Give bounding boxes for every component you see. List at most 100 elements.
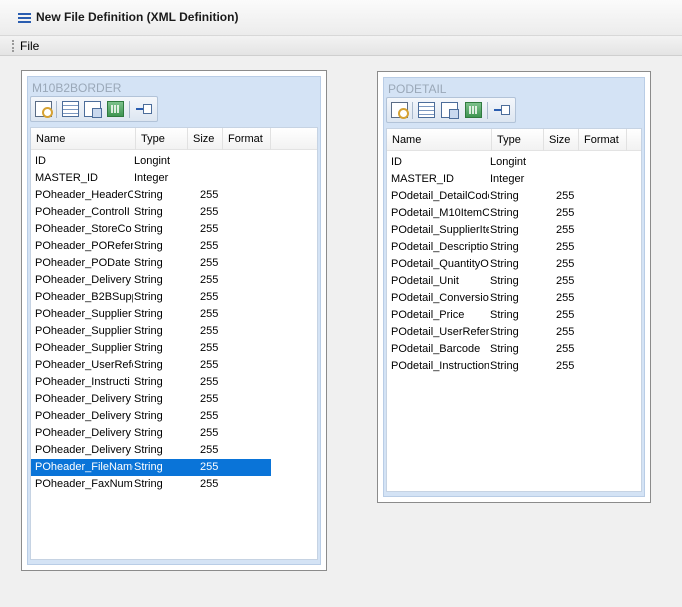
table-row[interactable]: POheader_Supplier String 255: [31, 340, 317, 357]
table-row[interactable]: MASTER_ID Integer: [387, 171, 641, 188]
table-row[interactable]: POheader_Supplier String 255: [31, 306, 317, 323]
field-size-cell: 255: [200, 427, 219, 439]
table-panel-m10b2border[interactable]: M10B2BORDER Name Type Size Format ID Long…: [21, 70, 327, 571]
field-name-cell: POheader_StoreCo: [35, 223, 132, 235]
table-row[interactable]: POheader_B2BSupp String 255: [31, 289, 317, 306]
table-row[interactable]: POheader_FileName String 255: [31, 459, 317, 476]
field-name-cell: POheader_HeaderC: [35, 189, 133, 201]
field-size-cell: 255: [200, 274, 219, 286]
table-row[interactable]: POheader_Delivery String 255: [31, 442, 317, 459]
properties-icon[interactable]: [84, 101, 102, 118]
properties-icon[interactable]: [441, 102, 459, 119]
column-header-format[interactable]: Format: [223, 128, 271, 150]
table-row[interactable]: POdetail_Price String 255: [387, 307, 641, 324]
field-size-cell: 255: [200, 325, 219, 337]
table-row[interactable]: POdetail_Unit String 255: [387, 273, 641, 290]
table-row[interactable]: POheader_FaxNumb String 255: [31, 476, 317, 493]
field-size-cell: 255: [556, 326, 575, 338]
field-type-cell: Longint: [134, 155, 171, 167]
field-grid[interactable]: Name Type Size Format ID Longint MASTER_ID…: [30, 127, 318, 560]
table-row[interactable]: POdetail_Barcode String 255: [387, 341, 641, 358]
field-name-cell: POheader_Supplier: [35, 325, 132, 337]
insert-field-icon[interactable]: [493, 102, 510, 118]
field-size-cell: 255: [200, 410, 219, 422]
field-name-cell: POdetail_Conversion: [391, 292, 489, 304]
calculator-icon[interactable]: [107, 101, 124, 117]
column-header-name[interactable]: Name: [31, 128, 136, 150]
field-type-cell: String: [490, 326, 519, 338]
table-row[interactable]: POheader_Instructi String 255: [31, 374, 317, 391]
table-row[interactable]: POheader_Supplier String 255: [31, 323, 317, 340]
field-name-cell: POdetail_Unit: [391, 275, 459, 287]
insert-field-icon[interactable]: [135, 101, 152, 117]
toolbar-separator: [129, 101, 130, 118]
field-type-cell: String: [490, 190, 519, 202]
field-size-cell: 255: [556, 292, 575, 304]
table-row[interactable]: POheader_ControlI String 255: [31, 204, 317, 221]
toolbar-grip-icon[interactable]: [12, 40, 14, 52]
column-header-type[interactable]: Type: [492, 129, 544, 151]
field-name-cell: POheader_Delivery: [35, 427, 131, 439]
field-name-cell: POdetail_Instruction: [391, 360, 489, 372]
table-row[interactable]: POdetail_Description String 255: [387, 239, 641, 256]
table-row[interactable]: POheader_Delivery String 255: [31, 391, 317, 408]
table-row[interactable]: POheader_StoreCo String 255: [31, 221, 317, 238]
table-row[interactable]: POdetail_QuantityO String 255: [387, 256, 641, 273]
menu-file[interactable]: File: [20, 39, 39, 53]
column-header-name[interactable]: Name: [387, 129, 492, 151]
preview-icon[interactable]: [35, 101, 53, 118]
table-row[interactable]: POheader_PODate String 255: [31, 255, 317, 272]
preview-icon[interactable]: [391, 102, 409, 119]
field-type-cell: String: [134, 240, 163, 252]
field-name-cell: POheader_Delivery: [35, 410, 131, 422]
table-icon[interactable]: [418, 102, 435, 118]
field-size-cell: 255: [556, 360, 575, 372]
field-type-cell: String: [134, 325, 163, 337]
table-row[interactable]: POdetail_UserRefer String 255: [387, 324, 641, 341]
column-header-size[interactable]: Size: [544, 129, 579, 151]
menu-lines-icon[interactable]: [18, 13, 31, 23]
table-row[interactable]: POdetail_DetailCode String 255: [387, 188, 641, 205]
table-row[interactable]: POdetail_SupplierIte String 255: [387, 222, 641, 239]
table-row[interactable]: ID Longint: [31, 153, 317, 170]
column-header-type[interactable]: Type: [136, 128, 188, 150]
field-size-cell: 255: [200, 359, 219, 371]
column-header-format[interactable]: Format: [579, 129, 627, 151]
table-row[interactable]: POdetail_M10ItemC String 255: [387, 205, 641, 222]
field-rows: ID Longint MASTER_ID Integer POheader_Header…: [31, 153, 317, 493]
field-rows: ID Longint MASTER_ID Integer POdetail_Detail…: [387, 154, 641, 375]
table-panel-podetail[interactable]: PODETAIL Name Type Size Format ID Longint…: [377, 71, 651, 503]
table-icon[interactable]: [62, 101, 79, 117]
table-row[interactable]: POheader_PORefer String 255: [31, 238, 317, 255]
field-size-cell: 255: [556, 241, 575, 253]
table-row[interactable]: MASTER_ID Integer: [31, 170, 317, 187]
field-size-cell: 255: [200, 444, 219, 456]
table-row[interactable]: ID Longint: [387, 154, 641, 171]
table-row[interactable]: POheader_Delivery String 255: [31, 272, 317, 289]
table-row[interactable]: POheader_Delivery String 255: [31, 425, 317, 442]
calculator-icon[interactable]: [465, 102, 482, 118]
field-type-cell: String: [134, 410, 163, 422]
column-header-size[interactable]: Size: [188, 128, 223, 150]
field-size-cell: 255: [556, 190, 575, 202]
table-row[interactable]: POheader_UserRefe String 255: [31, 357, 317, 374]
field-name-cell: POheader_Instructi: [35, 376, 130, 388]
field-size-cell: 255: [200, 393, 219, 405]
toolbar-separator: [412, 102, 413, 119]
field-type-cell: String: [134, 393, 163, 405]
table-row[interactable]: POheader_HeaderC String 255: [31, 187, 317, 204]
field-type-cell: String: [134, 206, 163, 218]
field-type-cell: String: [134, 223, 163, 235]
field-grid[interactable]: Name Type Size Format ID Longint MASTER_ID…: [386, 128, 642, 492]
table-row[interactable]: POdetail_Conversion String 255: [387, 290, 641, 307]
table-row[interactable]: POdetail_Instruction String 255: [387, 358, 641, 375]
design-workspace[interactable]: M10B2BORDER Name Type Size Format ID Long…: [0, 57, 682, 607]
field-size-cell: 255: [556, 309, 575, 321]
field-size-cell: 255: [556, 258, 575, 270]
field-name-cell: POdetail_SupplierIte: [391, 224, 489, 236]
field-type-cell: String: [134, 189, 163, 201]
table-row[interactable]: POheader_Delivery String 255: [31, 408, 317, 425]
field-type-cell: String: [134, 342, 163, 354]
field-size-cell: 255: [200, 257, 219, 269]
field-type-cell: String: [134, 308, 163, 320]
